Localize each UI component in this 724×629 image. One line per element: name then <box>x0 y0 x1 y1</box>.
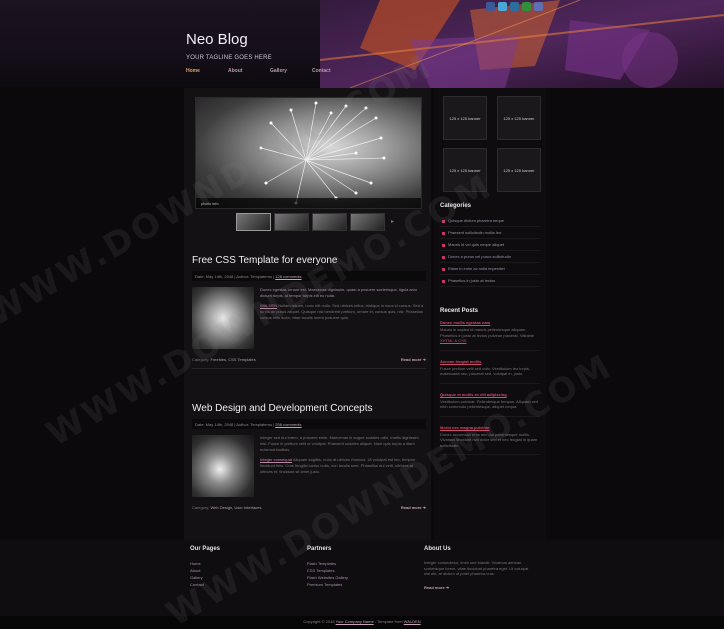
banner-ad[interactable]: 125 x 125 banner <box>443 96 487 140</box>
category-links[interactable]: Freebies, CSS Templates <box>210 357 255 362</box>
banner-ad[interactable]: 125 x 125 banner <box>497 148 541 192</box>
company-link[interactable]: Your Company Name <box>336 619 374 624</box>
post-meta: Date: May 14th, 2048 | Author: Templatem… <box>192 271 426 281</box>
header-artwork <box>320 0 724 88</box>
slider-thumb-2[interactable] <box>274 213 309 231</box>
post-image <box>192 435 254 497</box>
rss-icon[interactable] <box>534 2 543 11</box>
post-category: Category: Web Design, User Interfaces <box>192 505 262 510</box>
footer-link[interactable]: Home <box>190 560 220 567</box>
site-tagline: YOUR TAGLINE GOES HERE <box>186 55 272 61</box>
recent-post-link[interactable]: Donec mollis egestas nam <box>440 320 540 325</box>
facebook-icon[interactable] <box>486 2 495 11</box>
recent-post-link[interactable]: Aenean feugiat mollis <box>440 359 540 364</box>
footer-link[interactable]: Flash Websites Gallery <box>307 574 348 581</box>
nav-item-contact[interactable]: Contact <box>312 68 354 74</box>
recent-posts-box: Recent Posts Donec mollis egestas nam Ma… <box>440 308 540 463</box>
banner-grid: 125 x 125 banner 125 x 125 banner 125 x … <box>443 96 541 192</box>
recent-post-item: Quisque et mollis ex elit adipiscing Ves… <box>440 392 540 417</box>
linkedin-icon[interactable] <box>510 2 519 11</box>
banner-ad[interactable]: 125 x 125 banner <box>497 96 541 140</box>
post-inline-link[interactable]: WALDEN <box>260 303 277 308</box>
divider <box>192 368 426 369</box>
image-slider[interactable]: photo info <box>195 97 422 209</box>
category-item[interactable]: Quisque dictum pharetra neque <box>440 215 540 227</box>
copyright-bar: Copyright © 2048 Your Company Name - Tem… <box>0 616 724 629</box>
blog-post-2: Web Design and Development Concepts Date… <box>192 403 426 510</box>
post-category: Category: Freebies, CSS Templates <box>192 357 256 362</box>
categories-box: Categories Quisque dictum pharetra neque… <box>440 203 540 287</box>
nav-item-about[interactable]: About <box>228 68 270 74</box>
comments-link[interactable]: 128 comments <box>275 274 301 279</box>
footer-link[interactable]: Gallery <box>190 574 220 581</box>
category-item[interactable]: Mauris id vel quis neque aliquet <box>440 239 540 251</box>
myspace-icon[interactable] <box>522 2 531 11</box>
nav-item-home[interactable]: Home <box>186 68 228 74</box>
blog-post-1: Free CSS Template for everyone Date: May… <box>192 255 426 369</box>
designer-link[interactable]: WALDEN <box>404 619 421 624</box>
slider-caption: photo info <box>196 198 421 208</box>
footer-partners: Partners Flash Templates CSS Templates F… <box>307 546 348 588</box>
slider-thumb-1[interactable] <box>236 213 271 231</box>
recent-posts-title: Recent Posts <box>440 308 479 314</box>
footer-read-more[interactable]: Read more ➔ <box>424 585 534 590</box>
recent-post-item: Donec mollis egestas nam Mauris in sapie… <box>440 320 540 351</box>
recent-post-item: Aenean feugiat mollis Fusce pretium veli… <box>440 359 540 384</box>
footer-link[interactable]: Contact <box>190 581 220 588</box>
post-title[interactable]: Free CSS Template for everyone <box>192 255 426 266</box>
footer-partners-title: Partners <box>307 546 332 552</box>
banner-ad[interactable]: 125 x 125 banner <box>443 148 487 192</box>
read-more-link[interactable]: Read more ➔ <box>401 505 426 510</box>
recent-post-link[interactable]: Quisque et mollis ex elit adipiscing <box>440 392 540 397</box>
comments-link[interactable]: 256 comments <box>275 422 301 427</box>
site-branding: Neo Blog YOUR TAGLINE GOES HERE <box>186 31 272 61</box>
twitter-icon[interactable] <box>498 2 507 11</box>
footer-about-title: About Us <box>424 546 451 552</box>
slider-thumb-3[interactable] <box>312 213 347 231</box>
category-item[interactable]: Praesent sollicitudin mollis leo <box>440 227 540 239</box>
post-meta: Date: May 14th, 2048 | Author: Templatem… <box>192 419 426 429</box>
post-title[interactable]: Web Design and Development Concepts <box>192 403 426 414</box>
footer-pages-title: Our Pages <box>190 546 221 552</box>
recent-post-item: Morbi nec magna pulvinar Donec accumsan … <box>440 425 540 455</box>
category-links[interactable]: Web Design, User Interfaces <box>210 505 261 510</box>
read-more-link[interactable]: Read more ➔ <box>401 357 426 362</box>
category-item[interactable]: Etiam in enim ac nulla imperdiet <box>440 263 540 275</box>
post-text: Integer sed dui lorem, a posuere enim. M… <box>260 435 419 474</box>
slider-next-icon[interactable]: ▸ <box>391 213 394 231</box>
category-item[interactable]: Phasellus in justo at lectus <box>440 275 540 287</box>
slider-thumbnails: ▸ <box>236 213 394 231</box>
footer <box>0 540 724 616</box>
main-nav: Home About Gallery Contact <box>186 68 354 74</box>
footer-about-text: Integer consectetur, enim sed blandit. V… <box>424 560 529 576</box>
footer-link[interactable]: Flash Templates <box>307 560 348 567</box>
post-image <box>192 287 254 349</box>
validate-links[interactable]: XHTML & CSS <box>440 338 467 343</box>
footer-pages: Our Pages Home About Gallery Contact <box>190 546 220 588</box>
category-item[interactable]: Donec a purus vel purus sollicitudin <box>440 251 540 263</box>
site-title[interactable]: Neo Blog <box>186 31 272 48</box>
footer-about: About Us Integer consectetur, enim sed b… <box>424 546 534 590</box>
post-text: Donec egestas ornare est. Maecenas digni… <box>260 287 424 320</box>
footer-link[interactable]: Premium Templates <box>307 581 348 588</box>
nav-item-gallery[interactable]: Gallery <box>270 68 312 74</box>
post-inline-link[interactable]: Integer consequat <box>260 457 292 462</box>
recent-post-link[interactable]: Morbi nec magna pulvinar <box>440 425 540 430</box>
categories-title: Categories <box>440 203 472 209</box>
footer-link[interactable]: CSS Templates <box>307 567 348 574</box>
social-icons <box>486 2 543 11</box>
footer-link[interactable]: About <box>190 567 220 574</box>
slider-thumb-4[interactable] <box>350 213 385 231</box>
dandelion-image <box>259 101 386 205</box>
